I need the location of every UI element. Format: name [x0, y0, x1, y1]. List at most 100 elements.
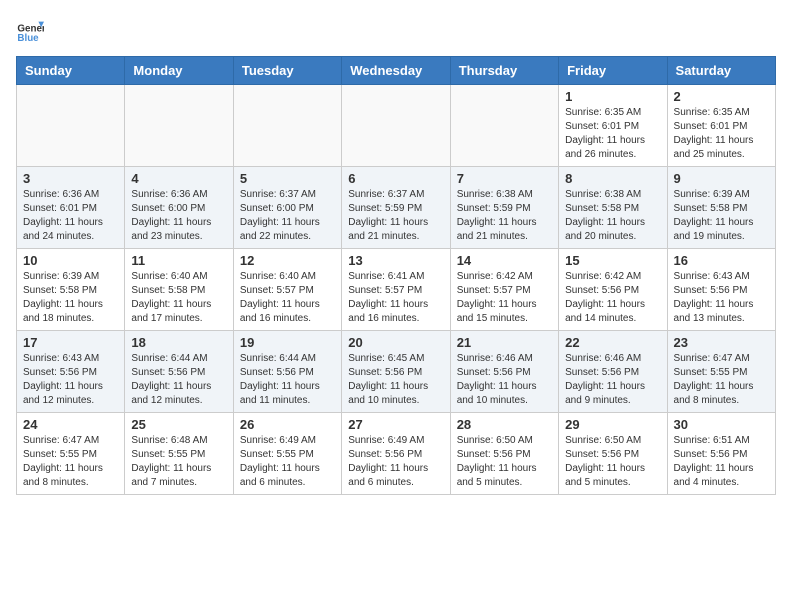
day-number: 8: [565, 171, 660, 186]
day-info: Sunrise: 6:47 AM Sunset: 5:55 PM Dayligh…: [674, 352, 769, 408]
day-info: Sunrise: 6:44 AM Sunset: 5:56 PM Dayligh…: [131, 352, 226, 408]
day-info: Sunrise: 6:50 AM Sunset: 5:56 PM Dayligh…: [565, 434, 660, 490]
day-number: 20: [348, 335, 443, 350]
day-number: 9: [674, 171, 769, 186]
calendar-cell: 30 Sunrise: 6:51 AM Sunset: 5:56 PM Dayli…: [667, 413, 775, 495]
col-header-saturday: Saturday: [667, 57, 775, 85]
day-number: 19: [240, 335, 335, 350]
calendar-cell: 3 Sunrise: 6:36 AM Sunset: 6:01 PM Daylig…: [17, 167, 125, 249]
calendar-cell: 10 Sunrise: 6:39 AM Sunset: 5:58 PM Dayli…: [17, 249, 125, 331]
day-info: Sunrise: 6:39 AM Sunset: 5:58 PM Dayligh…: [674, 188, 769, 244]
day-info: Sunrise: 6:51 AM Sunset: 5:56 PM Dayligh…: [674, 434, 769, 490]
calendar-cell: [125, 85, 233, 167]
day-info: Sunrise: 6:45 AM Sunset: 5:56 PM Dayligh…: [348, 352, 443, 408]
calendar-cell: 9 Sunrise: 6:39 AM Sunset: 5:58 PM Daylig…: [667, 167, 775, 249]
day-info: Sunrise: 6:49 AM Sunset: 5:55 PM Dayligh…: [240, 434, 335, 490]
day-info: Sunrise: 6:44 AM Sunset: 5:56 PM Dayligh…: [240, 352, 335, 408]
day-number: 21: [457, 335, 552, 350]
calendar-table: SundayMondayTuesdayWednesdayThursdayFrid…: [16, 56, 776, 495]
day-number: 25: [131, 417, 226, 432]
calendar-cell: 21Sunrise: 6:46 AM Sunset: 5:56 PM Dayli…: [450, 331, 558, 413]
calendar-week-row: 1 Sunrise: 6:35 AM Sunset: 6:01 PM Daylig…: [17, 85, 776, 167]
day-info: Sunrise: 6:36 AM Sunset: 6:01 PM Dayligh…: [23, 188, 118, 244]
day-number: 29: [565, 417, 660, 432]
day-info: Sunrise: 6:35 AM Sunset: 6:01 PM Dayligh…: [565, 106, 660, 162]
calendar-week-row: 3 Sunrise: 6:36 AM Sunset: 6:01 PM Daylig…: [17, 167, 776, 249]
day-info: Sunrise: 6:42 AM Sunset: 5:56 PM Dayligh…: [565, 270, 660, 326]
calendar-cell: 4 Sunrise: 6:36 AM Sunset: 6:00 PM Daylig…: [125, 167, 233, 249]
day-number: 3: [23, 171, 118, 186]
day-number: 5: [240, 171, 335, 186]
calendar-cell: 17 Sunrise: 6:43 AM Sunset: 5:56 PM Dayli…: [17, 331, 125, 413]
col-header-thursday: Thursday: [450, 57, 558, 85]
calendar-cell: 22 Sunrise: 6:46 AM Sunset: 5:56 PM Dayli…: [559, 331, 667, 413]
day-info: Sunrise: 6:40 AM Sunset: 5:58 PM Dayligh…: [131, 270, 226, 326]
day-info: Sunrise: 6:37 AM Sunset: 6:00 PM Dayligh…: [240, 188, 335, 244]
day-number: 14: [457, 253, 552, 268]
calendar-cell: 1 Sunrise: 6:35 AM Sunset: 6:01 PM Daylig…: [559, 85, 667, 167]
day-number: 6: [348, 171, 443, 186]
day-number: 1: [565, 89, 660, 104]
day-info: Sunrise: 6:43 AM Sunset: 5:56 PM Dayligh…: [674, 270, 769, 326]
calendar-cell: 27 Sunrise: 6:49 AM Sunset: 5:56 PM Dayli…: [342, 413, 450, 495]
day-number: 10: [23, 253, 118, 268]
col-header-tuesday: Tuesday: [233, 57, 341, 85]
calendar-cell: 25Sunrise: 6:48 AM Sunset: 5:55 PM Dayli…: [125, 413, 233, 495]
day-number: 2: [674, 89, 769, 104]
calendar-cell: [17, 85, 125, 167]
day-number: 11: [131, 253, 226, 268]
day-number: 12: [240, 253, 335, 268]
day-info: Sunrise: 6:49 AM Sunset: 5:56 PM Dayligh…: [348, 434, 443, 490]
calendar-week-row: 10 Sunrise: 6:39 AM Sunset: 5:58 PM Dayli…: [17, 249, 776, 331]
calendar-cell: 16 Sunrise: 6:43 AM Sunset: 5:56 PM Dayli…: [667, 249, 775, 331]
day-number: 18: [131, 335, 226, 350]
day-info: Sunrise: 6:36 AM Sunset: 6:00 PM Dayligh…: [131, 188, 226, 244]
day-number: 30: [674, 417, 769, 432]
logo: General Blue: [16, 16, 44, 44]
day-number: 28: [457, 417, 552, 432]
calendar-cell: 2 Sunrise: 6:35 AM Sunset: 6:01 PM Daylig…: [667, 85, 775, 167]
calendar-cell: 28 Sunrise: 6:50 AM Sunset: 5:56 PM Dayli…: [450, 413, 558, 495]
svg-text:Blue: Blue: [17, 33, 39, 44]
logo-icon: General Blue: [16, 16, 44, 44]
day-info: Sunrise: 6:46 AM Sunset: 5:56 PM Dayligh…: [565, 352, 660, 408]
calendar-cell: [450, 85, 558, 167]
day-info: Sunrise: 6:38 AM Sunset: 5:59 PM Dayligh…: [457, 188, 552, 244]
col-header-friday: Friday: [559, 57, 667, 85]
col-header-wednesday: Wednesday: [342, 57, 450, 85]
day-number: 22: [565, 335, 660, 350]
calendar-cell: 8 Sunrise: 6:38 AM Sunset: 5:58 PM Daylig…: [559, 167, 667, 249]
calendar-cell: 19 Sunrise: 6:44 AM Sunset: 5:56 PM Dayli…: [233, 331, 341, 413]
calendar-cell: 7Sunrise: 6:38 AM Sunset: 5:59 PM Daylig…: [450, 167, 558, 249]
calendar-cell: 29 Sunrise: 6:50 AM Sunset: 5:56 PM Dayli…: [559, 413, 667, 495]
day-number: 15: [565, 253, 660, 268]
calendar-cell: 13Sunrise: 6:41 AM Sunset: 5:57 PM Dayli…: [342, 249, 450, 331]
day-info: Sunrise: 6:35 AM Sunset: 6:01 PM Dayligh…: [674, 106, 769, 162]
day-info: Sunrise: 6:43 AM Sunset: 5:56 PM Dayligh…: [23, 352, 118, 408]
calendar-cell: 26 Sunrise: 6:49 AM Sunset: 5:55 PM Dayli…: [233, 413, 341, 495]
day-number: 17: [23, 335, 118, 350]
calendar-week-row: 17 Sunrise: 6:43 AM Sunset: 5:56 PM Dayli…: [17, 331, 776, 413]
calendar-cell: 12Sunrise: 6:40 AM Sunset: 5:57 PM Dayli…: [233, 249, 341, 331]
day-info: Sunrise: 6:38 AM Sunset: 5:58 PM Dayligh…: [565, 188, 660, 244]
col-header-monday: Monday: [125, 57, 233, 85]
calendar-header-row: SundayMondayTuesdayWednesdayThursdayFrid…: [17, 57, 776, 85]
day-number: 26: [240, 417, 335, 432]
day-info: Sunrise: 6:50 AM Sunset: 5:56 PM Dayligh…: [457, 434, 552, 490]
day-info: Sunrise: 6:47 AM Sunset: 5:55 PM Dayligh…: [23, 434, 118, 490]
day-info: Sunrise: 6:39 AM Sunset: 5:58 PM Dayligh…: [23, 270, 118, 326]
calendar-cell: 23 Sunrise: 6:47 AM Sunset: 5:55 PM Dayli…: [667, 331, 775, 413]
day-number: 4: [131, 171, 226, 186]
day-info: Sunrise: 6:42 AM Sunset: 5:57 PM Dayligh…: [457, 270, 552, 326]
day-number: 23: [674, 335, 769, 350]
day-number: 16: [674, 253, 769, 268]
calendar-cell: [233, 85, 341, 167]
day-number: 24: [23, 417, 118, 432]
day-info: Sunrise: 6:41 AM Sunset: 5:57 PM Dayligh…: [348, 270, 443, 326]
calendar-cell: 11 Sunrise: 6:40 AM Sunset: 5:58 PM Dayli…: [125, 249, 233, 331]
col-header-sunday: Sunday: [17, 57, 125, 85]
calendar-cell: 15 Sunrise: 6:42 AM Sunset: 5:56 PM Dayli…: [559, 249, 667, 331]
calendar-cell: 6Sunrise: 6:37 AM Sunset: 5:59 PM Daylig…: [342, 167, 450, 249]
day-number: 27: [348, 417, 443, 432]
calendar-cell: [342, 85, 450, 167]
